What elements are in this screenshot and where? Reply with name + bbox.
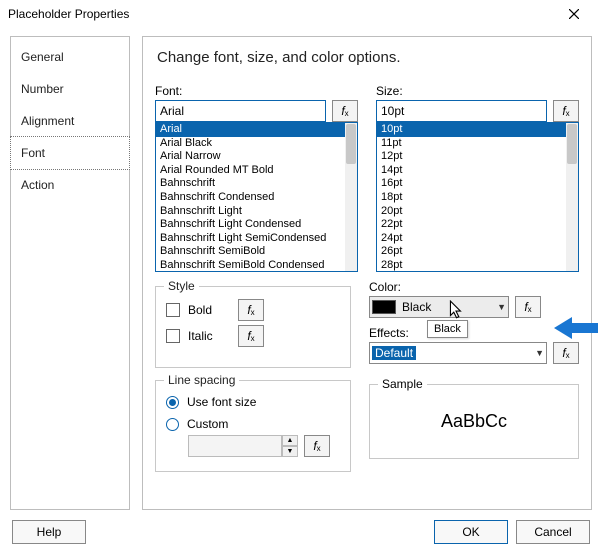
spinner-down-icon[interactable]: ▼: [282, 446, 298, 457]
italic-checkbox[interactable]: [166, 329, 180, 343]
spinner-up-icon[interactable]: ▲: [282, 435, 298, 446]
size-option[interactable]: 26pt: [377, 245, 566, 259]
effects-dropdown[interactable]: Default ▼: [369, 342, 547, 364]
use-font-size-radio[interactable]: [166, 396, 179, 409]
font-option[interactable]: Arial Narrow: [156, 150, 345, 164]
font-option[interactable]: Arial Black: [156, 137, 345, 151]
sample-legend: Sample: [378, 377, 427, 391]
font-option[interactable]: Bahnschrift Light: [156, 205, 345, 219]
linespacing-group: Line spacing Use font size Custom ▲▼: [155, 380, 351, 472]
size-option[interactable]: 16pt: [377, 177, 566, 191]
annotation-arrow-icon: [554, 315, 598, 341]
font-option[interactable]: Bahnschrift Condensed: [156, 191, 345, 205]
panel-heading: Change font, size, and color options.: [157, 49, 579, 66]
style-group: Style Bold fx Italic fx: [155, 286, 351, 368]
size-option[interactable]: 12pt: [377, 150, 566, 164]
use-font-size-label: Use font size: [187, 395, 256, 409]
color-swatch: [372, 300, 396, 314]
italic-label: Italic: [188, 329, 230, 343]
sidebar-item-action[interactable]: Action: [11, 169, 129, 201]
size-option[interactable]: 14pt: [377, 164, 566, 178]
font-input[interactable]: [155, 100, 326, 122]
effects-expression-button[interactable]: fx: [553, 342, 579, 364]
size-option[interactable]: 11pt: [377, 137, 566, 151]
sidebar-item-number[interactable]: Number: [11, 73, 129, 105]
bold-expression-button[interactable]: fx: [238, 299, 264, 321]
sidebar-item-font[interactable]: Font: [10, 136, 130, 170]
color-label: Color:: [369, 280, 579, 294]
color-dropdown[interactable]: Black ▼: [369, 296, 509, 318]
dialog-footer: Help OK Cancel: [0, 510, 602, 554]
color-expression-button[interactable]: fx: [515, 296, 541, 318]
linespacing-expression-button[interactable]: fx: [304, 435, 330, 457]
bold-label: Bold: [188, 303, 230, 317]
sample-group: Sample AaBbCc: [369, 384, 579, 459]
color-value: Black: [402, 300, 431, 314]
font-listbox[interactable]: Arial Arial Black Arial Narrow Arial Rou…: [155, 122, 358, 272]
font-option[interactable]: Arial Rounded MT Bold: [156, 164, 345, 178]
linespacing-legend: Line spacing: [164, 373, 239, 387]
size-option[interactable]: 22pt: [377, 218, 566, 232]
size-option[interactable]: 28pt: [377, 259, 566, 271]
cancel-button[interactable]: Cancel: [516, 520, 590, 544]
size-listbox[interactable]: 10pt 11pt 12pt 14pt 16pt 18pt 20pt 22pt …: [376, 122, 579, 272]
close-icon: [569, 9, 579, 19]
sidebar-item-general[interactable]: General: [11, 41, 129, 73]
size-expression-button[interactable]: fx: [553, 100, 579, 122]
window-title: Placeholder Properties: [8, 7, 129, 21]
mouse-cursor-icon: [449, 300, 463, 320]
font-option[interactable]: Bahnschrift Light Condensed: [156, 218, 345, 232]
font-expression-button[interactable]: fx: [332, 100, 358, 122]
font-option[interactable]: Arial: [156, 123, 345, 137]
chevron-down-icon: ▼: [535, 348, 544, 358]
font-option[interactable]: Bahnschrift SemiBold Condensed: [156, 259, 345, 271]
size-option[interactable]: 18pt: [377, 191, 566, 205]
size-list-scrollbar[interactable]: [566, 123, 578, 271]
bold-checkbox[interactable]: [166, 303, 180, 317]
title-bar: Placeholder Properties: [0, 0, 602, 28]
size-option[interactable]: 24pt: [377, 232, 566, 246]
font-label: Font:: [155, 84, 358, 98]
size-option[interactable]: 10pt: [377, 123, 566, 137]
font-list-scrollbar[interactable]: [345, 123, 357, 271]
size-label: Size:: [376, 84, 579, 98]
custom-radio[interactable]: [166, 418, 179, 431]
custom-label: Custom: [187, 417, 228, 431]
category-sidebar: General Number Alignment Font Action: [10, 36, 130, 510]
italic-expression-button[interactable]: fx: [238, 325, 264, 347]
dialog-body: General Number Alignment Font Action Cha…: [0, 28, 602, 510]
ok-button[interactable]: OK: [434, 520, 508, 544]
size-input[interactable]: [376, 100, 547, 122]
font-option[interactable]: Bahnschrift SemiBold: [156, 245, 345, 259]
font-option[interactable]: Bahnschrift Light SemiCondensed: [156, 232, 345, 246]
size-option[interactable]: 20pt: [377, 205, 566, 219]
color-tooltip: Black: [427, 320, 468, 338]
sample-text: AaBbCc: [441, 411, 507, 432]
help-button[interactable]: Help: [12, 520, 86, 544]
chevron-down-icon: ▼: [497, 302, 506, 312]
close-button[interactable]: [554, 0, 594, 28]
effects-label: Effects:: [369, 326, 579, 340]
sidebar-item-alignment[interactable]: Alignment: [11, 105, 129, 137]
font-panel: Change font, size, and color options. Fo…: [142, 36, 592, 510]
style-legend: Style: [164, 279, 199, 293]
custom-spacing-spinner[interactable]: ▲▼: [188, 435, 298, 457]
font-option[interactable]: Bahnschrift: [156, 177, 345, 191]
effects-value: Default: [372, 346, 416, 360]
